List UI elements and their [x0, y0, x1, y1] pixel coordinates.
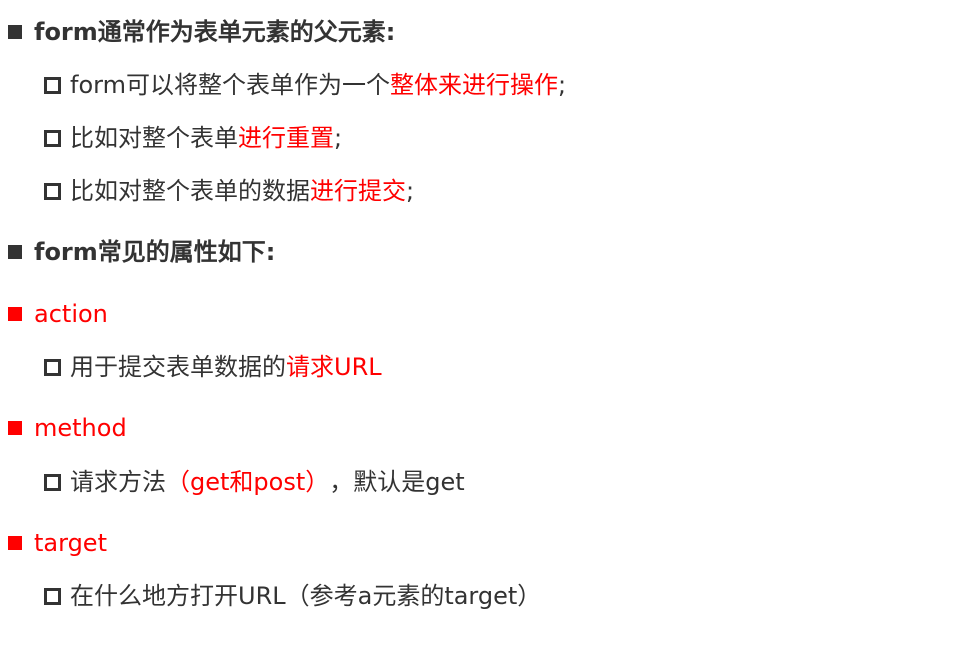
- hollow-square-bullet-icon: [44, 473, 61, 491]
- square-bullet-icon: [8, 245, 22, 259]
- hollow-square-bullet-icon: [44, 358, 61, 376]
- item-highlight: （get和post）: [166, 468, 330, 496]
- list-item: 比如对整个表单 进行重置 ;: [44, 122, 342, 154]
- item-text: form可以将整个表单作为一个: [70, 71, 390, 99]
- attribute-name: target: [34, 529, 107, 557]
- heading-text: form常见的属性如下:: [34, 238, 276, 266]
- hollow-square-bullet-icon: [44, 587, 61, 605]
- list-item: 在什么地方打开URL（参考a元素的target）: [44, 580, 541, 612]
- list-item: 请求方法 （get和post） ，默认是get: [44, 466, 465, 498]
- item-highlight: 进行提交: [310, 177, 406, 205]
- item-text: 比如对整个表单的数据: [70, 177, 310, 205]
- list-item: 用于提交表单数据的 请求URL: [44, 351, 382, 383]
- item-highlight: 整体来进行操作: [389, 71, 558, 99]
- attribute-name: action: [34, 300, 108, 328]
- item-text: 请求方法: [70, 468, 166, 496]
- item-text-end: ;: [334, 124, 343, 152]
- list-item: 比如对整个表单的数据 进行提交 ;: [44, 175, 414, 207]
- hollow-square-bullet-icon: [44, 76, 61, 94]
- heading-form-attributes: form常见的属性如下:: [8, 236, 275, 268]
- item-text-end: ;: [557, 71, 567, 99]
- square-bullet-icon: [8, 25, 22, 39]
- item-highlight: 进行重置: [238, 124, 334, 152]
- red-square-bullet-icon: [8, 536, 22, 550]
- item-text-end: ;: [406, 177, 415, 205]
- item-text: 在什么地方打开URL（参考a元素的target）: [70, 582, 542, 610]
- attribute-target: target: [8, 527, 107, 559]
- item-text: 比如对整个表单: [70, 124, 238, 152]
- attribute-action: action: [8, 298, 108, 330]
- heading-form-parent: form通常作为表单元素的父元素:: [8, 16, 395, 48]
- list-item: form可以将整个表单作为一个 整体来进行操作 ;: [44, 69, 566, 101]
- item-text-end: ，默认是get: [329, 468, 465, 496]
- red-square-bullet-icon: [8, 307, 22, 321]
- item-highlight: 请求URL: [286, 353, 382, 381]
- attribute-method: method: [8, 412, 127, 444]
- red-square-bullet-icon: [8, 421, 22, 435]
- heading-text: form通常作为表单元素的父元素:: [34, 18, 396, 46]
- hollow-square-bullet-icon: [44, 129, 61, 147]
- hollow-square-bullet-icon: [44, 182, 61, 200]
- attribute-name: method: [34, 414, 127, 442]
- item-text: 用于提交表单数据的: [70, 353, 286, 381]
